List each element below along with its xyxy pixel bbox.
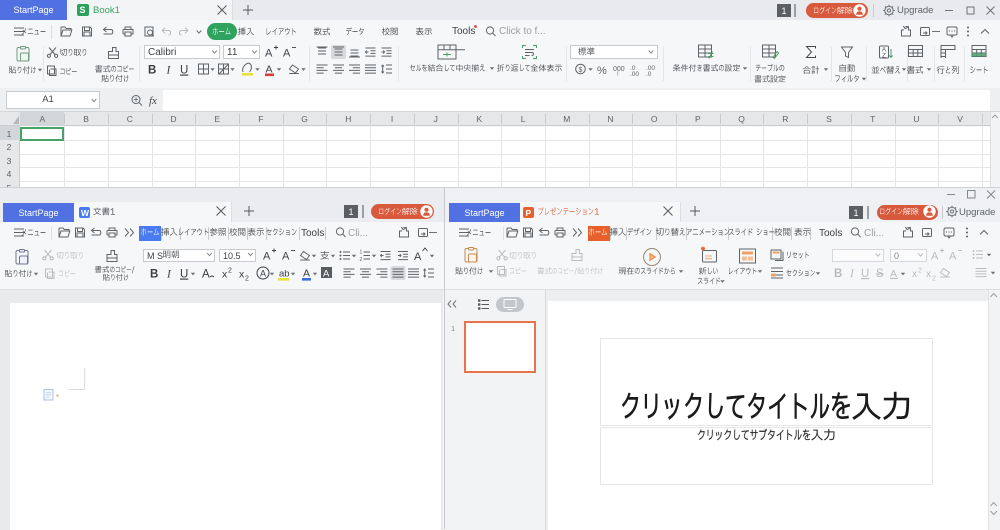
svg-text:2: 2 (360, 257, 363, 263)
svg-text:A: A (323, 269, 330, 280)
svg-text:B: B (148, 65, 156, 77)
svg-text:$: $ (579, 67, 583, 74)
svg-text:%: % (597, 65, 607, 77)
svg-text:U: U (180, 269, 188, 281)
svg-text:A: A (283, 48, 291, 60)
svg-text:.0: .0 (646, 71, 652, 78)
svg-text:I: I (166, 65, 172, 77)
svg-text:A: A (931, 251, 939, 263)
svg-text:1: 1 (360, 250, 363, 256)
svg-text:A: A (303, 268, 310, 280)
svg-text:S: S (876, 268, 884, 280)
svg-text:x: x (926, 269, 931, 280)
svg-text:x: x (912, 269, 917, 280)
svg-text:A: A (260, 269, 266, 279)
svg-text:U: U (180, 65, 188, 77)
svg-text:2: 2 (932, 276, 936, 283)
svg-text:I: I (166, 269, 172, 281)
svg-text:2: 2 (228, 268, 232, 275)
svg-text:000: 000 (613, 66, 625, 73)
svg-text:A: A (414, 251, 422, 263)
svg-text:B: B (834, 268, 842, 280)
svg-text:B: B (150, 269, 158, 281)
svg-text:A: A (265, 48, 273, 60)
svg-text:I: I (849, 268, 855, 280)
svg-text:A: A (949, 251, 957, 263)
svg-text:2: 2 (245, 276, 249, 283)
svg-text:A: A (282, 251, 290, 263)
svg-text:U: U (861, 268, 869, 280)
svg-text:fx: fx (149, 95, 157, 107)
svg-text:2: 2 (918, 268, 922, 275)
svg-text:A: A (202, 269, 210, 281)
svg-text:.00: .00 (630, 71, 639, 78)
svg-text:A: A (263, 251, 271, 263)
svg-text:Z: Z (882, 53, 886, 59)
svg-text:ab: ab (279, 269, 290, 280)
